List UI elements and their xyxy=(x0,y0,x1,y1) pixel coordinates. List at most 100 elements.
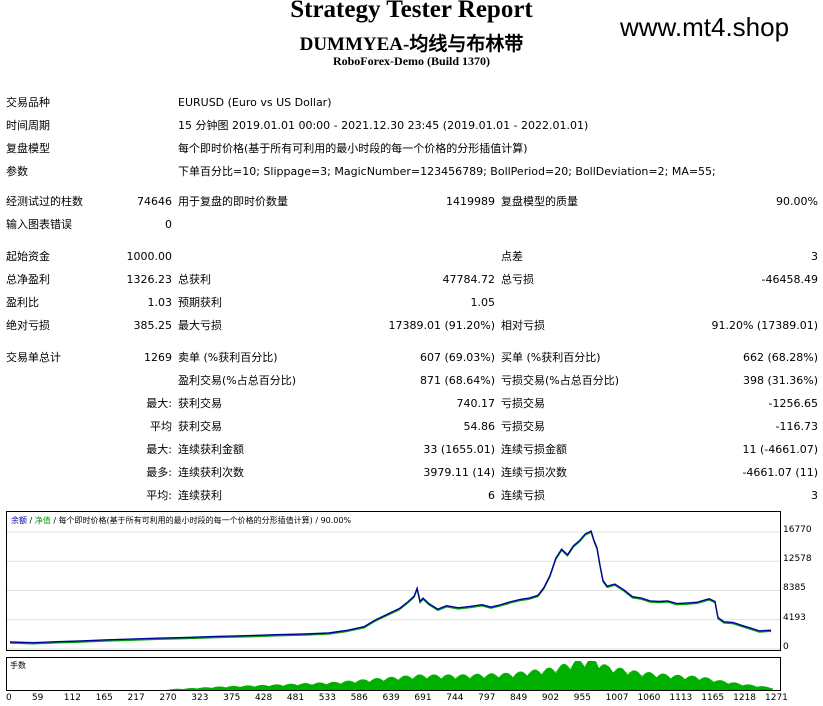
params-value: 下单百分比=10; Slippage=3; MagicNumber=123456… xyxy=(178,165,716,178)
x-tick-label: 1007 xyxy=(605,693,629,703)
bars-label: 经测试过的柱数 xyxy=(6,195,83,208)
x-tick-label: 1060 xyxy=(637,693,661,703)
most-prefix: 最多: xyxy=(146,466,172,479)
deposit-value: 1000.00 xyxy=(126,250,173,263)
x-tick-label: 1271 xyxy=(765,693,788,703)
avg-loss-value: -116.73 xyxy=(775,420,818,433)
legend-sep: / xyxy=(27,516,35,525)
x-tick-label: 0 xyxy=(6,693,12,703)
y-tick-label: 0 xyxy=(783,642,789,652)
max-drawdown-label: 最大亏损 xyxy=(178,319,222,332)
loss-trades-label: 亏损交易(%占总百分比) xyxy=(501,374,620,387)
server-build: RoboForex-Demo (Build 1370) xyxy=(332,54,491,68)
max-drawdown-value: 17389.01 (91.20%) xyxy=(388,319,495,332)
avg-win-value: 54.86 xyxy=(463,420,496,433)
gross-profit-value: 47784.72 xyxy=(442,273,496,286)
x-tick-label: 1165 xyxy=(701,693,725,703)
volume-bar xyxy=(165,689,168,690)
errors-value: 0 xyxy=(165,218,172,231)
x-tick-label: 481 xyxy=(286,693,305,703)
symbol-label: 交易品种 xyxy=(6,96,50,109)
x-tick-label: 1113 xyxy=(669,693,693,703)
total-trades-label: 交易单总计 xyxy=(6,351,61,364)
x-tick-label: 270 xyxy=(159,693,177,703)
x-tick-label: 586 xyxy=(350,693,368,703)
symbol-value: EURUSD (Euro vs US Dollar) xyxy=(178,96,332,109)
bars-value: 74646 xyxy=(137,195,172,208)
avg-cons-loss-label: 连续亏损 xyxy=(501,489,545,502)
max-cons-win-amt-value: 33 (1655.01) xyxy=(423,443,495,456)
balance-line xyxy=(9,530,772,644)
x-tick-label: 639 xyxy=(382,693,400,703)
rel-drawdown-value: 91.20% (17389.01) xyxy=(711,319,818,332)
max-cons-win-cnt-value: 3979.11 (14) xyxy=(423,466,495,479)
ticks-label: 用于复盘的即时价数量 xyxy=(178,195,288,208)
total-trades-value: 1269 xyxy=(144,351,172,364)
ticks-value: 1419989 xyxy=(446,195,495,208)
x-tick-label: 955 xyxy=(573,693,591,703)
y-tick-label: 12578 xyxy=(783,554,812,565)
win-trades-label: 盈利交易(%占总百分比) xyxy=(178,374,297,387)
net-profit-value: 1326.23 xyxy=(126,273,173,286)
y-tick-label: 8385 xyxy=(783,583,806,594)
abs-drawdown-value: 385.25 xyxy=(133,319,173,332)
short-positions-label: 卖单 (%获利百分比) xyxy=(178,351,278,364)
y-tick-label: 16770 xyxy=(783,524,812,535)
volume-label: 手数 xyxy=(10,661,26,670)
errors-label: 输入图表错误 xyxy=(6,218,72,231)
balance-chart-svg xyxy=(7,530,780,650)
spread-label: 点差 xyxy=(501,250,523,263)
volume-bar xyxy=(163,690,165,691)
period-label: 时间周期 xyxy=(6,119,50,132)
volume-bar xyxy=(162,690,164,691)
max-cons-win-cnt-label: 连续获利次数 xyxy=(178,466,244,479)
model-value: 每个即时价格(基于所有可利用的最小时段的每一个价格的分形插值计算) xyxy=(178,142,528,155)
x-tick-label: 797 xyxy=(478,693,496,703)
max-cons-loss-cnt-value: -4661.07 (11) xyxy=(742,466,818,479)
x-tick-label: 323 xyxy=(191,693,209,703)
avg-cons-win-value: 6 xyxy=(488,489,495,502)
x-tick-label: 744 xyxy=(446,693,464,703)
x-tick-label: 165 xyxy=(95,693,113,703)
period-value: 15 分钟图 2019.01.01 00:00 - 2021.12.30 23:… xyxy=(178,119,589,132)
largest-loss-label: 亏损交易 xyxy=(501,397,545,410)
gross-loss-label: 总亏损 xyxy=(501,273,534,286)
x-tick-label: 428 xyxy=(255,693,273,703)
average-prefix: 平均 xyxy=(150,420,172,433)
equity-line xyxy=(9,531,772,645)
net-profit-label: 总净盈利 xyxy=(6,273,50,286)
short-positions-value: 607 (69.03%) xyxy=(419,351,495,364)
max-cons-prefix: 最大: xyxy=(146,443,172,456)
max-cons-loss-amt-label: 连续亏损金额 xyxy=(501,443,567,456)
volume-bar xyxy=(161,690,163,691)
gross-profit-label: 总获利 xyxy=(178,273,211,286)
model-label: 复盘模型 xyxy=(6,142,50,155)
largest-win-value: 740.17 xyxy=(456,397,496,410)
quality-value: 90.00% xyxy=(776,195,818,208)
volume-bar xyxy=(771,688,773,690)
x-tick-label: 217 xyxy=(127,693,145,703)
balance-chart: 余额 / 净值 / 每个即时价格(基于所有可利用的最小时段的每一个价格的分形插值… xyxy=(6,511,781,651)
chart-legend: 余额 / 净值 / 每个即时价格(基于所有可利用的最小时段的每一个价格的分形插值… xyxy=(11,515,351,526)
deposit-label: 起始资金 xyxy=(6,250,50,263)
x-tick-label: 902 xyxy=(541,693,560,703)
max-cons-loss-cnt-label: 连续亏损次数 xyxy=(501,466,567,479)
avg-loss-label: 亏损交易 xyxy=(501,420,545,433)
max-cons-win-amt-label: 连续获利金额 xyxy=(178,443,244,456)
x-tick-label: 849 xyxy=(510,693,528,703)
legend-balance: 余额 xyxy=(11,516,27,525)
legend-equity: 净值 xyxy=(34,516,51,525)
profit-factor-value: 1.03 xyxy=(147,296,173,309)
params-label: 参数 xyxy=(6,165,28,178)
quality-label: 复盘模型的质量 xyxy=(501,195,578,208)
payoff-value: 1.05 xyxy=(470,296,496,309)
x-tick-label: 691 xyxy=(414,693,432,703)
gross-loss-value: -46458.49 xyxy=(761,273,818,286)
long-positions-value: 662 (68.28%) xyxy=(742,351,818,364)
x-tick-label: 1218 xyxy=(733,693,757,703)
largest-prefix: 最大: xyxy=(146,397,172,410)
payoff-label: 预期获利 xyxy=(178,296,222,309)
volume-bar xyxy=(165,690,167,691)
x-tick-label: 59 xyxy=(31,693,44,703)
rel-drawdown-label: 相对亏损 xyxy=(501,319,545,332)
